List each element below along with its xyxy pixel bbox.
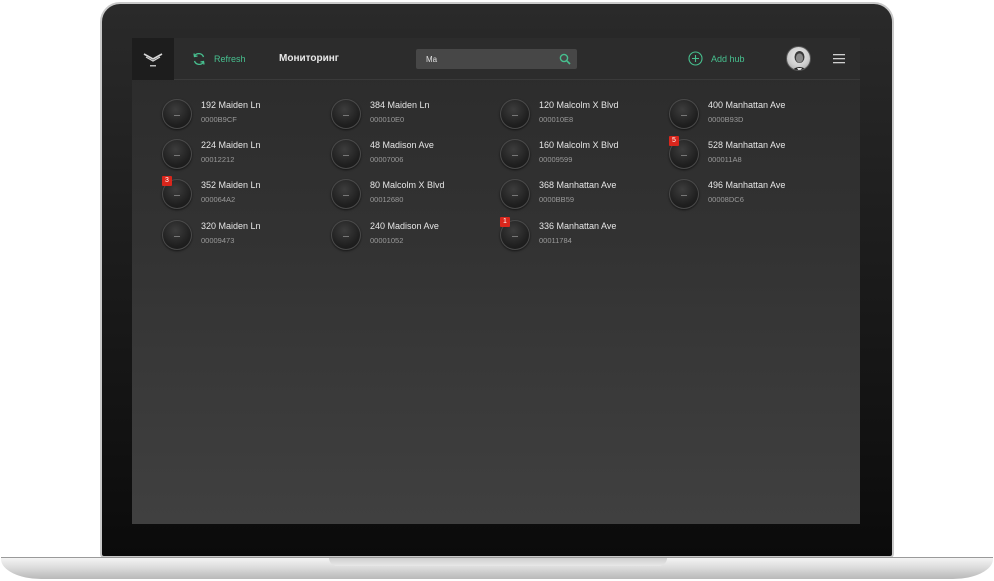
add-icon xyxy=(688,51,703,66)
hub-name: 224 Maiden Ln xyxy=(201,140,261,150)
hub-name: 400 Manhattan Ave xyxy=(708,100,786,110)
hub-serial: 000010E0 xyxy=(370,115,405,124)
hub-device-icon xyxy=(162,220,192,250)
hub-name: 352 Maiden Ln xyxy=(201,180,261,190)
hub-name: 48 Madison Ave xyxy=(370,140,434,150)
laptop-base xyxy=(1,557,993,579)
alert-badge: 5 xyxy=(669,136,679,146)
hub-name: 384 Maiden Ln xyxy=(370,100,430,110)
hub-name: 160 Malcolm X Blvd xyxy=(539,140,619,150)
hub-list-item[interactable]: 496 Manhattan Ave 00008DC6 xyxy=(669,178,829,210)
hub-device-icon xyxy=(669,99,699,129)
hub-list-item[interactable]: 120 Malcolm X Blvd 000010E8 xyxy=(500,98,660,130)
avatar[interactable] xyxy=(786,46,811,71)
refresh-button[interactable]: Refresh xyxy=(192,50,246,68)
top-bar: Refresh Мониторинг Add hub xyxy=(132,38,860,80)
user-portrait-icon xyxy=(792,51,807,70)
search-box[interactable] xyxy=(416,49,577,69)
refresh-icon xyxy=(193,52,205,66)
refresh-label: Refresh xyxy=(214,54,246,64)
hub-list-item[interactable]: 224 Maiden Ln 00012212 xyxy=(162,138,322,170)
hub-list-item[interactable]: 384 Maiden Ln 000010E0 xyxy=(331,98,491,130)
hub-list-item[interactable]: 48 Madison Ave 00007006 xyxy=(331,138,491,170)
laptop-notch xyxy=(329,558,667,566)
hub-list-item[interactable]: 400 Manhattan Ave 0000B93D xyxy=(669,98,829,130)
hub-serial: 00012680 xyxy=(370,195,404,204)
hub-name: 368 Manhattan Ave xyxy=(539,180,617,190)
hub-name: 528 Manhattan Ave xyxy=(708,140,786,150)
hub-serial: 000010E8 xyxy=(539,115,574,124)
hub-serial: 00012212 xyxy=(201,155,235,164)
hub-device-icon xyxy=(162,139,192,169)
hub-serial: 0000B93D xyxy=(708,115,744,124)
hub-name: 320 Maiden Ln xyxy=(201,221,261,231)
hub-list-item[interactable]: 368 Manhattan Ave 0000BB59 xyxy=(500,178,660,210)
hub-serial: 00011784 xyxy=(539,236,572,245)
hub-name: 192 Maiden Ln xyxy=(201,100,261,110)
hub-device-icon xyxy=(500,179,530,209)
hub-serial: 00009473 xyxy=(201,236,235,245)
hub-serial: 000011A8 xyxy=(708,155,742,164)
hub-name: 80 Malcolm X Blvd xyxy=(370,180,445,190)
hub-device-icon xyxy=(331,220,361,250)
hub-name: 496 Manhattan Ave xyxy=(708,180,786,190)
hub-device-icon xyxy=(331,179,361,209)
hub-list-item[interactable]: 5 528 Manhattan Ave 000011A8 xyxy=(669,136,829,170)
alert-badge: 1 xyxy=(500,217,510,227)
add-hub-label: Add hub xyxy=(711,53,745,64)
hub-serial: 00009599 xyxy=(539,155,573,164)
hub-list-item[interactable]: 192 Maiden Ln 0000B9CF xyxy=(162,98,322,130)
hub-name: 240 Madison Ave xyxy=(370,221,439,231)
hub-list-item[interactable]: 240 Madison Ave 00001052 xyxy=(331,219,491,251)
search-icon[interactable] xyxy=(559,53,571,65)
hub-serial: 0000B9CF xyxy=(201,115,237,124)
hub-device-icon xyxy=(669,179,699,209)
hub-list-item[interactable]: 160 Malcolm X Blvd 00009599 xyxy=(500,138,660,170)
hub-list-item[interactable]: 320 Maiden Ln 00009473 xyxy=(162,219,322,251)
hub-device-icon xyxy=(331,99,361,129)
hub-list-item[interactable]: 1 336 Manhattan Ave 00011784 xyxy=(500,217,660,251)
hub-serial: 000064A2 xyxy=(201,195,236,204)
page-title: Мониторинг xyxy=(279,53,339,64)
hub-name: 336 Manhattan Ave xyxy=(539,221,617,231)
search-input[interactable] xyxy=(416,49,556,69)
hub-list-item[interactable]: 3 352 Maiden Ln 000064A2 xyxy=(162,176,322,210)
hub-serial: 00007006 xyxy=(370,155,404,164)
hub-device-icon xyxy=(162,99,192,129)
hub-name: 120 Malcolm X Blvd xyxy=(539,100,619,110)
hub-serial: 00008DC6 xyxy=(708,195,744,204)
logo[interactable] xyxy=(132,38,174,80)
alert-badge: 3 xyxy=(162,176,172,186)
menu-icon[interactable] xyxy=(833,53,845,64)
hub-list-item[interactable]: 80 Malcolm X Blvd 00012680 xyxy=(331,178,491,210)
hub-device-icon xyxy=(500,99,530,129)
hub-device-icon xyxy=(500,139,530,169)
app-screen: Refresh Мониторинг Add hub xyxy=(132,38,860,524)
hub-device-icon xyxy=(331,139,361,169)
hub-serial: 00001052 xyxy=(370,236,404,245)
add-hub-button[interactable]: Add hub xyxy=(688,51,745,66)
logo-icon xyxy=(143,53,163,67)
hub-serial: 0000BB59 xyxy=(539,195,575,204)
